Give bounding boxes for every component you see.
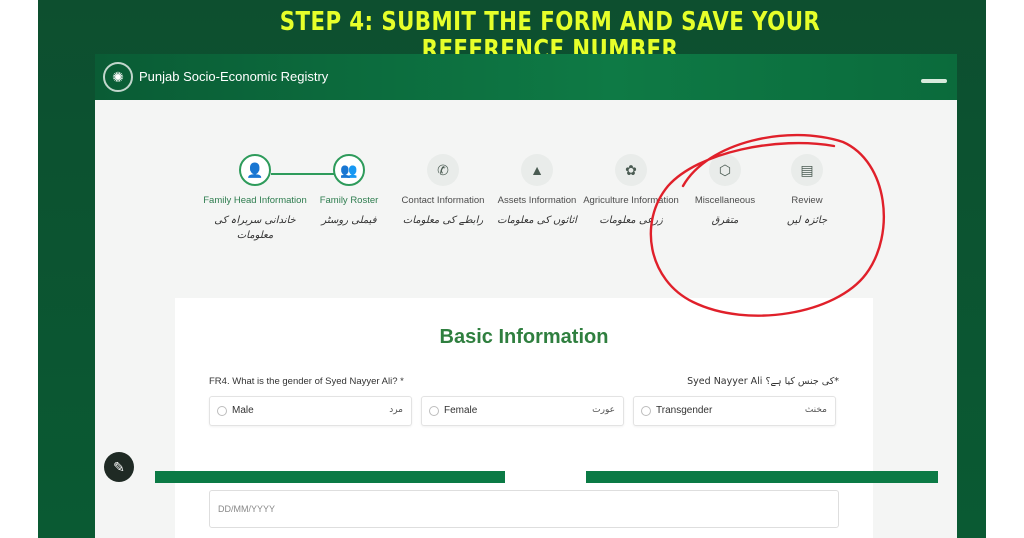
overlay-band-left (155, 471, 505, 483)
person-icon: 👤 (239, 154, 271, 186)
date-placeholder: DD/MM/YYYY (218, 504, 276, 514)
option-label: Transgender (656, 405, 713, 416)
gender-option-transgender[interactable]: Transgender مخنث (633, 396, 836, 426)
overlay-band-right (586, 471, 938, 483)
gender-question: FR4. What is the gender of Syed Nayyer A… (209, 376, 404, 387)
header-indicator (921, 79, 947, 83)
gender-question-urdu: Syed Nayyer Ali کی جنس کیا ہے؟* (687, 376, 839, 387)
option-label-urdu: مرد (389, 405, 403, 415)
right-margin (986, 0, 1024, 538)
gender-option-female[interactable]: Female عورت (421, 396, 624, 426)
assets-icon: ▲ (521, 154, 553, 186)
left-margin (0, 0, 38, 538)
gender-options: Male مرد Female عورت Transgender مخنث (209, 396, 837, 426)
group-icon: 👥 (333, 154, 365, 186)
option-label-urdu: مخنث (804, 405, 827, 415)
phone-icon: ✆ (427, 154, 459, 186)
edit-pencil-icon[interactable]: ✎ (104, 452, 134, 482)
date-of-birth-input[interactable]: DD/MM/YYYY (209, 490, 839, 528)
radio-icon[interactable] (429, 406, 439, 416)
option-label: Female (444, 405, 478, 416)
option-label-urdu: عورت (592, 405, 615, 415)
agriculture-icon: ✿ (615, 154, 647, 186)
radio-icon[interactable] (217, 406, 227, 416)
step-label-urdu: جائزہ لیں (786, 215, 828, 226)
radio-icon[interactable] (641, 406, 651, 416)
step-review[interactable]: ▤ Review جائزہ لیں (752, 154, 862, 228)
app-window: ✺ Punjab Socio-Economic Registry 👤 Famil… (95, 54, 957, 538)
gender-option-male[interactable]: Male مرد (209, 396, 412, 426)
app-header: ✺ Punjab Socio-Economic Registry (95, 54, 957, 100)
option-label: Male (232, 405, 254, 416)
card-title: Basic Information (439, 326, 609, 348)
app-title: Punjab Socio-Economic Registry (139, 69, 329, 84)
seal-icon[interactable]: ✺ (103, 62, 133, 92)
step-label: Review (791, 195, 823, 206)
basic-information-card: Basic Information FR4. What is the gende… (175, 298, 873, 538)
misc-icon: ⬡ (709, 154, 741, 186)
form-stepper: 👤 Family Head Information خاندانی سربراہ… (95, 100, 957, 323)
review-icon: ▤ (791, 154, 823, 186)
